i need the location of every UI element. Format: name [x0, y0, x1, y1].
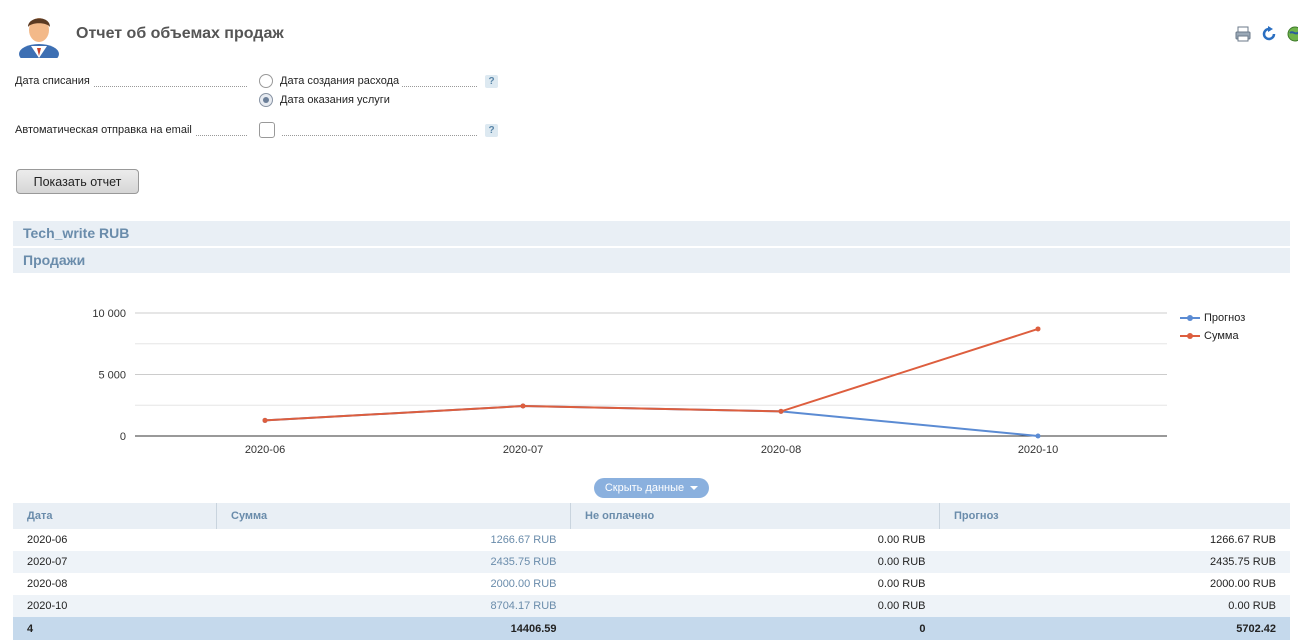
total-forecast: 5702.42: [939, 617, 1290, 640]
account-section-title[interactable]: Tech_write RUB: [13, 221, 1290, 246]
y-tick-label: 5 000: [98, 370, 126, 382]
cell-date: 2020-10: [13, 595, 217, 617]
x-tick-label: 2020-06: [245, 444, 285, 456]
x-tick-label: 2020-10: [1018, 444, 1058, 456]
leader-dots: [282, 135, 477, 136]
legend-forecast-swatch: [1180, 313, 1200, 323]
legend-forecast-label: Прогноз: [1204, 312, 1246, 324]
data-point: [262, 417, 268, 423]
x-tick-label: 2020-07: [503, 444, 543, 456]
cell-unpaid: 0.00 RUB: [570, 551, 940, 573]
y-tick-label: 0: [120, 431, 126, 443]
table-header-row: Дата Сумма Не оплачено Прогноз: [13, 503, 1290, 529]
total-unpaid: 0: [570, 617, 940, 640]
total-count: 4: [13, 617, 217, 640]
write-off-date-label: Дата списания: [15, 75, 93, 87]
table-row: 2020-10 8704.17 RUB 0.00 RUB 0.00 RUB: [13, 595, 1290, 617]
radio-expense-date[interactable]: [259, 74, 273, 88]
column-header-forecast[interactable]: Прогноз: [939, 503, 1290, 529]
cell-sum-link[interactable]: 2000.00 RUB: [217, 573, 571, 595]
cell-forecast: 2435.75 RUB: [939, 551, 1290, 573]
data-point: [1035, 433, 1041, 439]
legend-forecast[interactable]: Прогноз: [1180, 312, 1245, 324]
cell-sum-link[interactable]: 1266.67 RUB: [217, 529, 571, 551]
refresh-icon[interactable]: [1260, 25, 1278, 43]
sales-table: Дата Сумма Не оплачено Прогноз 2020-06 1…: [13, 503, 1290, 640]
help-icon[interactable]: ?: [485, 75, 498, 88]
table-row: 2020-06 1266.67 RUB 0.00 RUB 1266.67 RUB: [13, 529, 1290, 551]
user-avatar-icon: [17, 10, 61, 64]
legend-sum-swatch: [1180, 331, 1200, 341]
cell-unpaid: 0.00 RUB: [570, 595, 940, 617]
data-point: [1035, 326, 1041, 332]
x-tick-label: 2020-08: [761, 444, 801, 456]
option-service-date-label[interactable]: Дата оказания услуги: [280, 94, 393, 106]
print-icon[interactable]: [1234, 25, 1252, 43]
column-header-date[interactable]: Дата: [13, 503, 217, 529]
legend-sum-label: Сумма: [1204, 330, 1239, 342]
option-expense-date-label[interactable]: Дата создания расхода: [280, 75, 403, 87]
globe-icon[interactable]: [1286, 25, 1298, 43]
radio-service-date[interactable]: [259, 93, 273, 107]
cell-forecast: 1266.67 RUB: [1209, 534, 1276, 546]
cell-forecast: 2000.00 RUB: [1209, 578, 1276, 590]
column-header-sum[interactable]: Сумма: [216, 503, 571, 529]
sales-chart: 10 000 5 000 0 2020-06 2020-07 2020-08 2020-10…: [0, 280, 1298, 470]
cell-date: 2020-06: [27, 534, 68, 546]
cell-sum-link[interactable]: 2435.75 RUB: [216, 551, 571, 573]
table-row: 2020-07 2435.75 RUB 0.00 RUB 2435.75 RUB: [13, 551, 1290, 573]
hide-data-button[interactable]: Скрыть данные: [594, 478, 709, 498]
cell-unpaid: 0.00 RUB: [877, 578, 926, 590]
sales-section-title[interactable]: Продажи: [13, 248, 1290, 273]
page-title: Отчет об объемах продаж: [76, 25, 284, 42]
data-point: [778, 408, 784, 414]
total-sum: 14406.59: [216, 617, 571, 640]
series-line-forecast: [264, 405, 1039, 437]
page-header: Отчет об объемах продаж: [0, 0, 1298, 64]
data-point: [520, 403, 526, 409]
cell-date: 2020-08: [27, 578, 68, 590]
cell-sum-link[interactable]: 8704.17 RUB: [216, 595, 571, 617]
table-row: 2020-08 2000.00 RUB 0.00 RUB 2000.00 RUB: [13, 573, 1290, 595]
caret-down-icon: [690, 486, 699, 491]
legend-sum[interactable]: Сумма: [1180, 330, 1239, 342]
y-tick-label: 10 000: [92, 308, 126, 320]
show-report-button[interactable]: Показать отчет: [16, 169, 139, 194]
table-total-row: 4 14406.59 0 5702.42: [13, 617, 1290, 640]
email-label: Автоматическая отправка на email: [15, 124, 195, 136]
sales-line-chart: 10 000 5 000 0 2020-06 2020-07 2020-08 2020-10: [92, 308, 1167, 456]
cell-date: 2020-07: [13, 551, 217, 573]
email-checkbox[interactable]: [259, 122, 275, 138]
hide-data-label: Скрыть данные: [604, 482, 685, 494]
column-header-unpaid[interactable]: Не оплачено: [570, 503, 940, 529]
cell-unpaid: 0.00 RUB: [877, 534, 926, 546]
help-icon[interactable]: ?: [485, 124, 498, 137]
cell-forecast: 0.00 RUB: [939, 595, 1290, 617]
